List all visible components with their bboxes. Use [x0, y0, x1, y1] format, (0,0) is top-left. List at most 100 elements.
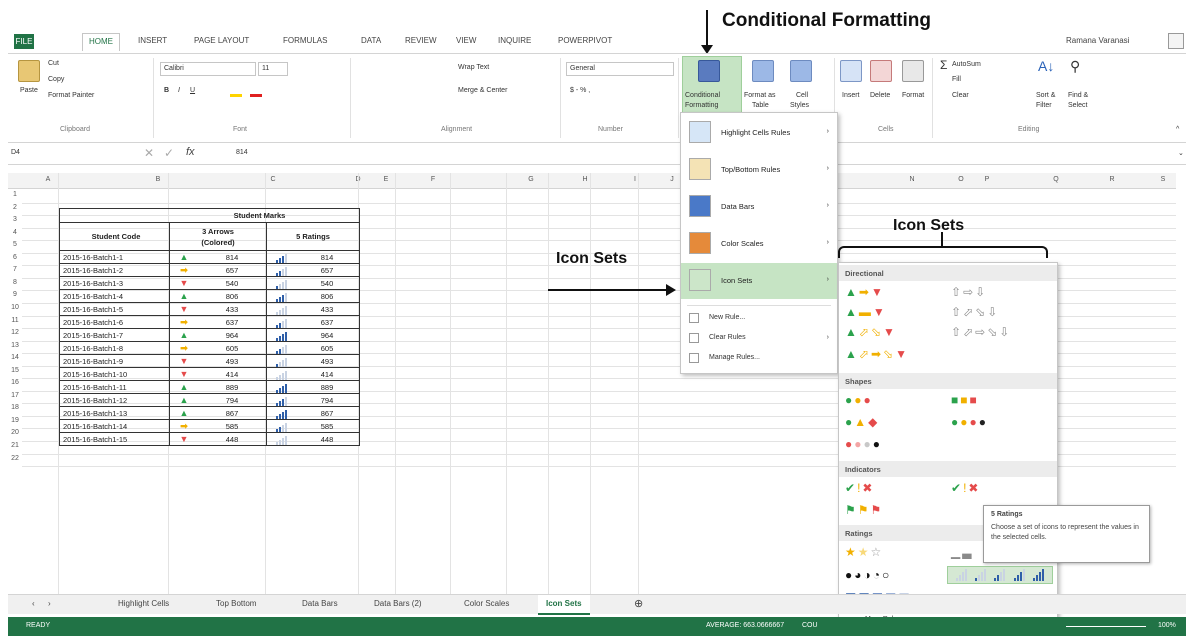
format-as-table-icon[interactable] — [752, 60, 774, 82]
fx-icon[interactable]: fx — [186, 146, 195, 158]
row-header[interactable]: 15 — [8, 367, 22, 374]
icon-set-option[interactable]: ★★☆ — [845, 545, 883, 559]
rating-cell[interactable]: 867 — [266, 406, 360, 420]
arrow-cell[interactable]: ▲ 814 — [169, 250, 267, 264]
column-header[interactable]: B — [118, 176, 198, 183]
row-header[interactable]: 4 — [8, 229, 22, 236]
font-size-select[interactable]: 11 — [258, 62, 288, 76]
student-code-cell[interactable]: 2015-16-Batch1-9 — [59, 354, 170, 368]
tab-formulas[interactable]: FORMULAS — [283, 36, 327, 45]
tab-data[interactable]: DATA — [361, 36, 381, 45]
cf-menu-new-rule[interactable]: New Rule... — [681, 310, 837, 327]
row-header[interactable]: 5 — [8, 241, 22, 248]
arrow-cell[interactable]: ➡ 637 — [169, 315, 267, 329]
cf-menu-item-top-bottom-rules[interactable]: Top/Bottom Rules › — [681, 152, 837, 188]
arrow-cell[interactable]: ➡ 605 — [169, 341, 267, 355]
icon-set-option[interactable]: ⇧⇨⇩ — [951, 285, 987, 299]
icon-set-option[interactable]: ■■■ — [951, 393, 979, 407]
student-code-cell[interactable]: 2015-16-Batch1-2 — [59, 263, 170, 277]
arrow-cell[interactable]: ▲ 806 — [169, 289, 267, 303]
tab-insert[interactable]: INSERT — [138, 36, 167, 45]
student-code-cell[interactable]: 2015-16-Batch1-13 — [59, 406, 170, 420]
rating-cell[interactable]: 806 — [266, 289, 360, 303]
sheet-tab-data-bars-2[interactable]: Data Bars (2) — [374, 599, 422, 608]
row-header[interactable]: 14 — [8, 354, 22, 361]
format-button[interactable]: Format — [902, 92, 924, 99]
row-header[interactable]: 16 — [8, 379, 22, 386]
icon-set-option[interactable]: ✔!✖ — [951, 481, 980, 495]
clear-button[interactable]: Clear — [952, 92, 969, 99]
tab-page-layout[interactable]: PAGE LAYOUT — [194, 36, 249, 45]
student-code-cell[interactable]: 2015-16-Batch1-10 — [59, 367, 170, 381]
cut-button[interactable]: Cut — [48, 60, 59, 67]
row-header[interactable]: 10 — [8, 304, 22, 311]
row-header[interactable]: 3 — [8, 216, 22, 223]
column-header[interactable]: R — [1092, 176, 1132, 183]
row-header[interactable]: 8 — [8, 279, 22, 286]
cf-menu-clear-rules[interactable]: Clear Rules › — [681, 330, 837, 347]
avatar[interactable] — [1168, 33, 1184, 49]
rating-cell[interactable]: 964 — [266, 328, 360, 342]
icon-set-option[interactable]: ⇧⬀⬂⇩ — [951, 305, 999, 319]
icon-set-option[interactable]: ▲▬▼ — [845, 305, 887, 319]
row-header[interactable]: 21 — [8, 442, 22, 449]
column-header[interactable]: F — [408, 176, 458, 183]
insert-button[interactable]: Insert — [842, 92, 860, 99]
delete-icon[interactable] — [870, 60, 892, 82]
icon-set-option[interactable]: ●▲◆ — [845, 415, 879, 429]
icon-set-option[interactable]: ▲⬀⬂▼ — [845, 325, 897, 339]
arrow-cell[interactable]: ➡ 585 — [169, 419, 267, 433]
copy-button[interactable]: Copy — [48, 76, 64, 83]
cf-menu-item-icon-sets[interactable]: Icon Sets › — [681, 263, 837, 299]
sort-filter-button[interactable]: Sort & — [1036, 92, 1055, 99]
number-format-buttons[interactable]: $ - % , — [570, 87, 590, 94]
row-header[interactable]: 6 — [8, 254, 22, 261]
merge-center-button[interactable]: Merge & Center — [458, 87, 507, 94]
sheet-tab-data-bars[interactable]: Data Bars — [302, 599, 338, 608]
tab-view[interactable]: VIEW — [456, 36, 476, 45]
underline-button[interactable]: U — [190, 87, 195, 94]
column-header[interactable]: H — [560, 176, 610, 183]
column-header[interactable]: I — [610, 176, 660, 183]
student-code-cell[interactable]: 2015-16-Batch1-4 — [59, 289, 170, 303]
cf-menu-item-color-scales[interactable]: Color Scales › — [681, 226, 837, 262]
arrow-cell[interactable]: ▼ 414 — [169, 367, 267, 381]
row-header[interactable]: 9 — [8, 291, 22, 298]
student-code-cell[interactable]: 2015-16-Batch1-8 — [59, 341, 170, 355]
find-select-button[interactable]: Find & — [1068, 92, 1088, 99]
cell-styles-icon[interactable] — [790, 60, 812, 82]
icon-set-option[interactable]: ●●●● — [845, 437, 882, 451]
rating-cell[interactable]: 540 — [266, 276, 360, 290]
row-header[interactable]: 2 — [8, 204, 22, 211]
new-sheet-button[interactable]: ⊕ — [634, 597, 643, 610]
sheet-nav-prev[interactable]: ‹ — [32, 599, 35, 608]
student-code-cell[interactable]: 2015-16-Batch1-6 — [59, 315, 170, 329]
column-header[interactable]: E — [366, 176, 406, 183]
row-header[interactable]: 17 — [8, 392, 22, 399]
format-as-table-button[interactable]: Format as — [744, 92, 776, 99]
user-name[interactable]: Ramana Varanasi — [1066, 36, 1129, 45]
rating-cell[interactable]: 605 — [266, 341, 360, 355]
bold-button[interactable]: B — [164, 87, 169, 94]
rating-cell[interactable]: 433 — [266, 302, 360, 316]
expand-formula-icon[interactable]: ⌄ — [1178, 149, 1184, 157]
column-header[interactable]: S — [1153, 176, 1173, 183]
rating-cell[interactable]: 814 — [266, 250, 360, 264]
rating-cell[interactable]: 448 — [266, 432, 360, 446]
cf-menu-item-highlight-cells-rules[interactable]: Highlight Cells Rules › — [681, 115, 837, 151]
zoom-level[interactable]: 100% — [1158, 622, 1176, 629]
student-code-cell[interactable]: 2015-16-Batch1-14 — [59, 419, 170, 433]
cell-styles-button[interactable]: Cell — [796, 92, 808, 99]
icon-set-option[interactable]: ●◕◑◔○ — [845, 568, 891, 582]
cf-menu-manage-rules[interactable]: Manage Rules... — [681, 350, 837, 367]
column-header[interactable]: G — [506, 176, 556, 183]
sheet-tab-top-bottom[interactable]: Top Bottom — [216, 599, 256, 608]
icon-set-option[interactable]: ▁▃ — [951, 545, 973, 559]
icon-set-5-ratings[interactable] — [947, 566, 1053, 584]
font-name-select[interactable]: Calibri — [160, 62, 256, 76]
name-box[interactable]: D4 — [8, 147, 108, 161]
row-header[interactable]: 1 — [8, 191, 22, 198]
column-header[interactable]: C — [228, 176, 318, 183]
row-header[interactable]: 19 — [8, 417, 22, 424]
arrow-cell[interactable]: ▼ 540 — [169, 276, 267, 290]
